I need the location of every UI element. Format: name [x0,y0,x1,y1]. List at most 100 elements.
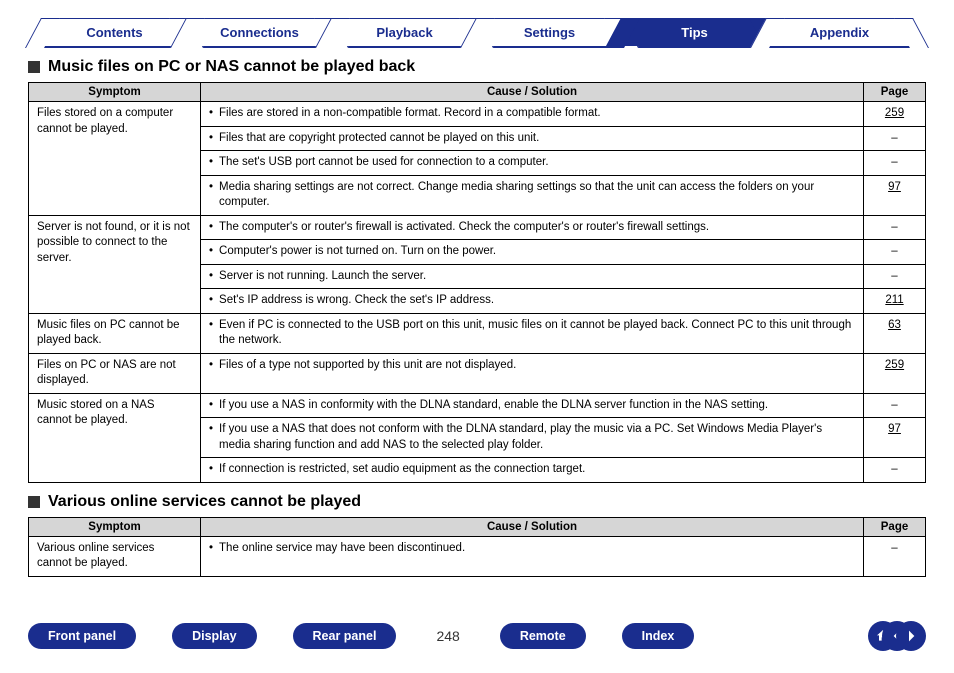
bullet-icon: • [209,293,213,309]
cause-cell: • Server is not running. Launch the serve… [201,264,864,289]
cause-cell: • If connection is restricted, set audio … [201,458,864,483]
section-heading-online-services: Various online services cannot be played [28,493,926,511]
symptom-cell: Files on PC or NAS are not displayed. [29,353,201,393]
page-cell[interactable]: 97 [864,175,926,215]
page-link[interactable]: 259 [885,359,904,371]
section-title: Various online services cannot be played [48,493,361,511]
page-link[interactable]: 211 [885,294,903,306]
symptom-cell: Music stored on a NAS cannot be played. [29,393,201,482]
page-cell: – [864,126,926,151]
cause-cell: • If you use a NAS in conformity with the… [201,393,864,418]
cause-text: Files are stored in a non-compatible for… [219,106,601,122]
front-panel-button[interactable]: Front panel [28,623,136,649]
th-cause: Cause / Solution [201,517,864,536]
tab-connections[interactable]: Connections [187,18,332,46]
cause-text: Computer's power is not turned on. Turn … [219,244,496,260]
page-cell: – [864,458,926,483]
next-page-icon[interactable] [896,621,926,651]
tab-label: Connections [220,25,299,40]
cause-cell: •The set's USB port cannot be used for c… [201,151,864,176]
section-heading-music-pc-nas: Music files on PC or NAS cannot be playe… [28,58,926,76]
table-row: Music stored on a NAS cannot be played.•… [29,393,926,418]
cause-cell: • Computer's power is not turned on. Turn… [201,240,864,265]
bullet-icon: • [209,358,213,374]
cause-cell: •The computer's or router's firewall is … [201,215,864,240]
cause-cell: • Set's IP address is wrong. Check the se… [201,289,864,314]
page-cell[interactable]: 259 [864,102,926,127]
section-title: Music files on PC or NAS cannot be playe… [48,58,415,76]
cause-text: Set's IP address is wrong. Check the set… [219,293,494,309]
page-cell: – [864,240,926,265]
cause-text: The set's USB port cannot be used for co… [219,155,549,171]
cause-text: Files that are copyright protected canno… [219,131,539,147]
tab-settings[interactable]: Settings [477,18,622,46]
cause-text: If you use a NAS in conformity with the … [219,398,768,414]
cause-text: Files of a type not supported by this un… [219,358,516,374]
cause-cell: • The online service may have been discon… [201,536,864,576]
page-cell[interactable]: 97 [864,418,926,458]
cause-text: The online service may have been discont… [219,541,465,557]
cause-text: If connection is restricted, set audio e… [219,462,585,478]
cause-cell: •If you use a NAS that does not conform … [201,418,864,458]
bullet-icon: • [209,180,213,211]
display-button[interactable]: Display [172,623,256,649]
bullet-icon: • [209,131,213,147]
cause-cell: • Files of a type not supported by this u… [201,353,864,393]
page-link[interactable]: 97 [888,423,901,435]
tab-label: Playback [376,25,432,40]
table-row: Files on PC or NAS are not displayed. • Fi… [29,353,926,393]
bullet-icon: • [209,541,213,557]
th-page: Page [864,83,926,102]
cause-text: Media sharing settings are not correct. … [219,180,855,211]
bullet-icon: • [209,398,213,414]
tab-appendix[interactable]: Appendix [767,18,912,46]
bullet-icon: • [209,318,213,349]
page-link[interactable]: 63 [888,319,901,331]
page-number: 248 [432,628,463,644]
index-button[interactable]: Index [622,623,695,649]
tab-label: Contents [86,25,142,40]
bullet-icon: • [209,244,213,260]
tab-playback[interactable]: Playback [332,18,477,46]
bottom-nav: Front panel Display Rear panel 248 Remot… [28,621,926,651]
tab-contents[interactable]: Contents [42,18,187,46]
tab-tips[interactable]: Tips [622,18,767,46]
tab-label: Tips [681,25,708,40]
symptom-cell: Music files on PC cannot be played back. [29,313,201,353]
cause-text: Even if PC is connected to the USB port … [219,318,855,349]
cause-text: If you use a NAS that does not conform w… [219,422,855,453]
page-link[interactable]: 259 [885,107,904,119]
troubleshoot-table-2: Symptom Cause / Solution Page Various on… [28,517,926,577]
table-row: Music files on PC cannot be played back.… [29,313,926,353]
square-bullet-icon [28,496,40,508]
bullet-icon: • [209,462,213,478]
cause-text: Server is not running. Launch the server… [219,269,426,285]
rear-panel-button[interactable]: Rear panel [293,623,397,649]
table-row: Server is not found, or it is not possib… [29,215,926,240]
symptom-cell: Files stored on a computer cannot be pla… [29,102,201,216]
page-link[interactable]: 97 [888,181,901,193]
bullet-icon: • [209,269,213,285]
bullet-icon: • [209,106,213,122]
tab-label: Appendix [810,25,869,40]
top-tabs: Contents Connections Playback Settings Tips A… [28,18,926,48]
th-page: Page [864,517,926,536]
cause-cell: •Even if PC is connected to the USB port… [201,313,864,353]
symptom-cell: Server is not found, or it is not possib… [29,215,201,313]
square-bullet-icon [28,61,40,73]
cause-cell: •Media sharing settings are not correct.… [201,175,864,215]
bullet-icon: • [209,422,213,453]
page-cell: – [864,393,926,418]
page-cell[interactable]: 63 [864,313,926,353]
page-cell[interactable]: 211 [864,289,926,314]
page-cell: – [864,536,926,576]
troubleshoot-table-1: Symptom Cause / Solution Page Files stor… [28,82,926,483]
remote-button[interactable]: Remote [500,623,586,649]
cause-text: The computer's or router's firewall is a… [219,220,709,236]
tab-label: Settings [524,25,575,40]
page-cell: – [864,151,926,176]
page-cell[interactable]: 259 [864,353,926,393]
symptom-cell: Various online services cannot be played… [29,536,201,576]
th-symptom: Symptom [29,83,201,102]
table-row: Various online services cannot be played… [29,536,926,576]
